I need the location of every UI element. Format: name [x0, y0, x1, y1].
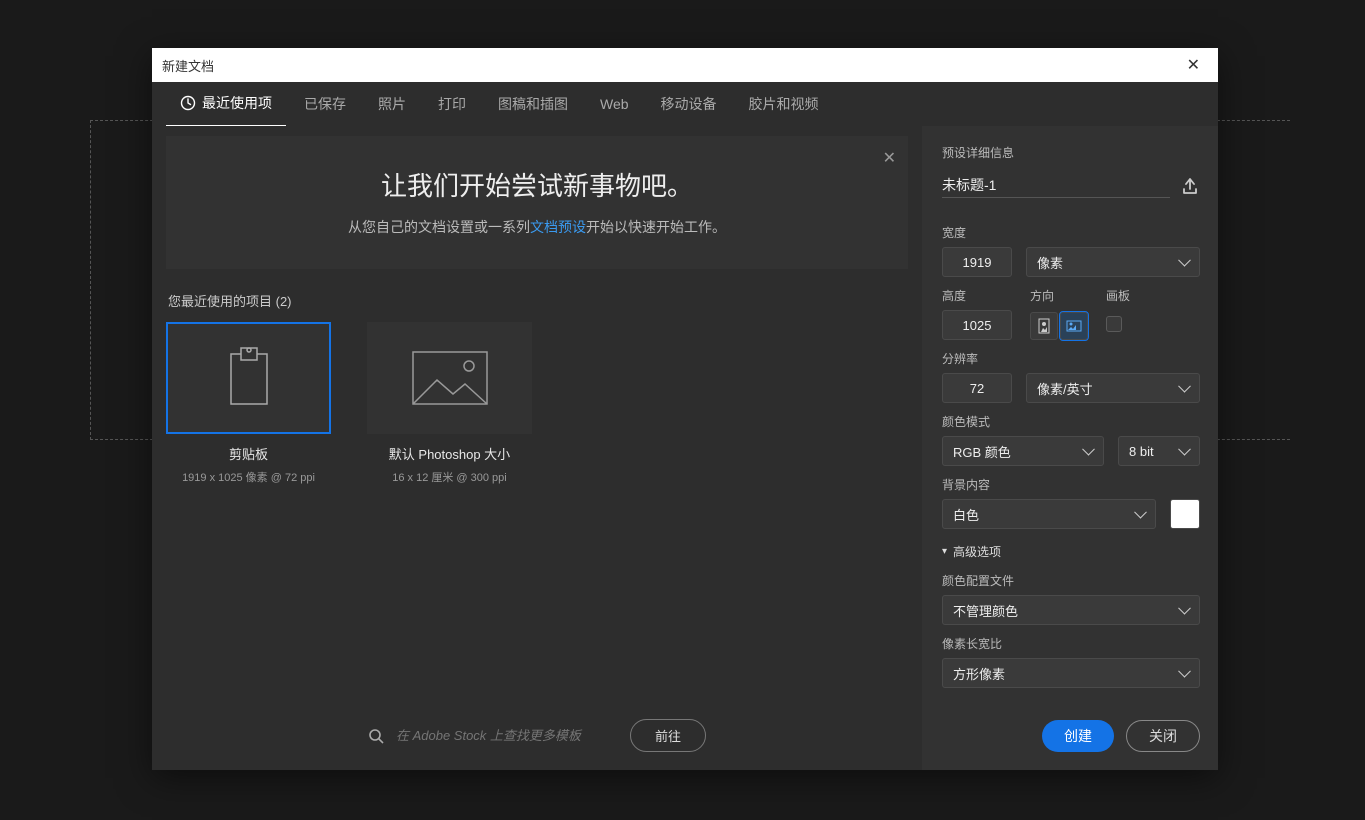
- preset-link[interactable]: 文档预设: [530, 219, 586, 235]
- color-mode-label: 颜色模式: [942, 413, 1200, 430]
- dialog-close-icon[interactable]: ✕: [1179, 53, 1208, 77]
- tab-label: 照片: [378, 94, 406, 114]
- color-profile-label: 颜色配置文件: [942, 572, 1200, 589]
- orientation-portrait-button[interactable]: [1030, 312, 1058, 340]
- advanced-toggle[interactable]: ▾ 高级选项: [942, 543, 1200, 560]
- pixel-ratio-label: 像素长宽比: [942, 635, 1200, 652]
- color-profile-select[interactable]: 不管理颜色: [942, 595, 1200, 625]
- chevron-down-icon: ▾: [942, 546, 947, 557]
- tab-photo[interactable]: 照片: [364, 82, 420, 126]
- orientation-landscape-button[interactable]: [1060, 312, 1088, 340]
- preset-detail: 1919 x 1025 像素 @ 72 ppi: [166, 469, 331, 485]
- close-button[interactable]: 关闭: [1126, 720, 1200, 752]
- tab-label: 胶片和视频: [749, 94, 819, 114]
- preset-detail: 16 x 12 厘米 @ 300 ppi: [367, 469, 532, 485]
- tab-web[interactable]: Web: [586, 84, 643, 124]
- preset-grid: 剪贴板 1919 x 1025 像素 @ 72 ppi 默认 Photoshop…: [166, 322, 908, 703]
- hero-banner: ✕ 让我们开始尝试新事物吧。 从您自己的文档设置或一系列文档预设开始以快速开始工…: [166, 136, 908, 269]
- tab-mobile[interactable]: 移动设备: [647, 82, 731, 126]
- artboard-label: 画板: [1106, 287, 1130, 304]
- preset-details-panel: 预设详细信息 宽度 像素 高度 方向: [922, 126, 1218, 770]
- clock-icon: [180, 95, 196, 111]
- dialog-titlebar: 新建文档 ✕: [152, 48, 1218, 82]
- hero-close-icon[interactable]: ✕: [883, 148, 896, 168]
- preset-thumb: [166, 322, 331, 434]
- preset-tabs: 最近使用项 已保存 照片 打印 图稿和插图 Web 移动设备 胶片和视频: [152, 82, 1218, 126]
- stock-search-bar: 前往: [166, 703, 908, 760]
- orientation-label: 方向: [1030, 287, 1088, 304]
- document-name-input[interactable]: [942, 173, 1170, 198]
- stock-search-input[interactable]: [396, 728, 616, 743]
- image-icon: [411, 350, 489, 406]
- resolution-label: 分辨率: [942, 350, 1200, 367]
- tab-recent[interactable]: 最近使用项: [166, 81, 286, 127]
- search-icon: [368, 728, 384, 744]
- tab-label: Web: [600, 96, 629, 112]
- preset-browser: ✕ 让我们开始尝试新事物吧。 从您自己的文档设置或一系列文档预设开始以快速开始工…: [152, 126, 922, 770]
- pixel-ratio-select[interactable]: 方形像素: [942, 658, 1200, 688]
- stock-go-button[interactable]: 前往: [630, 719, 706, 752]
- width-label: 宽度: [942, 224, 1200, 241]
- details-heading: 预设详细信息: [942, 144, 1200, 161]
- resolution-input[interactable]: [942, 373, 1012, 403]
- tab-label: 已保存: [304, 94, 346, 114]
- hero-subtitle: 从您自己的文档设置或一系列文档预设开始以快速开始工作。: [186, 217, 888, 237]
- artboard-checkbox[interactable]: [1106, 316, 1122, 332]
- bit-depth-select[interactable]: 8 bit: [1118, 436, 1200, 466]
- save-preset-icon[interactable]: [1180, 176, 1200, 196]
- width-unit-select[interactable]: 像素: [1026, 247, 1200, 277]
- tab-label: 最近使用项: [202, 93, 272, 113]
- height-input[interactable]: [942, 310, 1012, 340]
- recent-section-label: 您最近使用的项目 (2): [168, 291, 908, 310]
- preset-item-default-size[interactable]: 默认 Photoshop 大小 16 x 12 厘米 @ 300 ppi: [367, 322, 532, 703]
- tab-label: 图稿和插图: [498, 94, 568, 114]
- tab-saved[interactable]: 已保存: [290, 82, 360, 126]
- tab-print[interactable]: 打印: [424, 82, 480, 126]
- dialog-footer: 创建 关闭: [942, 720, 1200, 752]
- dialog-title: 新建文档: [162, 56, 214, 75]
- tab-film[interactable]: 胶片和视频: [735, 82, 833, 126]
- tab-art[interactable]: 图稿和插图: [484, 82, 582, 126]
- create-button[interactable]: 创建: [1042, 720, 1114, 752]
- tab-label: 打印: [438, 94, 466, 114]
- color-mode-select[interactable]: RGB 颜色: [942, 436, 1104, 466]
- preset-name: 剪贴板: [166, 444, 331, 463]
- background-label: 背景内容: [942, 476, 1200, 493]
- width-input[interactable]: [942, 247, 1012, 277]
- preset-item-clipboard[interactable]: 剪贴板 1919 x 1025 像素 @ 72 ppi: [166, 322, 331, 703]
- height-label: 高度: [942, 287, 1012, 304]
- tab-label: 移动设备: [661, 94, 717, 114]
- new-document-dialog: 新建文档 ✕ 最近使用项 已保存 照片 打印 图稿和插图 Web 移动设备 胶片…: [152, 48, 1218, 770]
- preset-name: 默认 Photoshop 大小: [367, 444, 532, 463]
- resolution-unit-select[interactable]: 像素/英寸: [1026, 373, 1200, 403]
- preset-thumb: [367, 322, 532, 434]
- clipboard-icon: [225, 346, 273, 410]
- hero-title: 让我们开始尝试新事物吧。: [186, 166, 888, 203]
- background-select[interactable]: 白色: [942, 499, 1156, 529]
- background-color-swatch[interactable]: [1170, 499, 1200, 529]
